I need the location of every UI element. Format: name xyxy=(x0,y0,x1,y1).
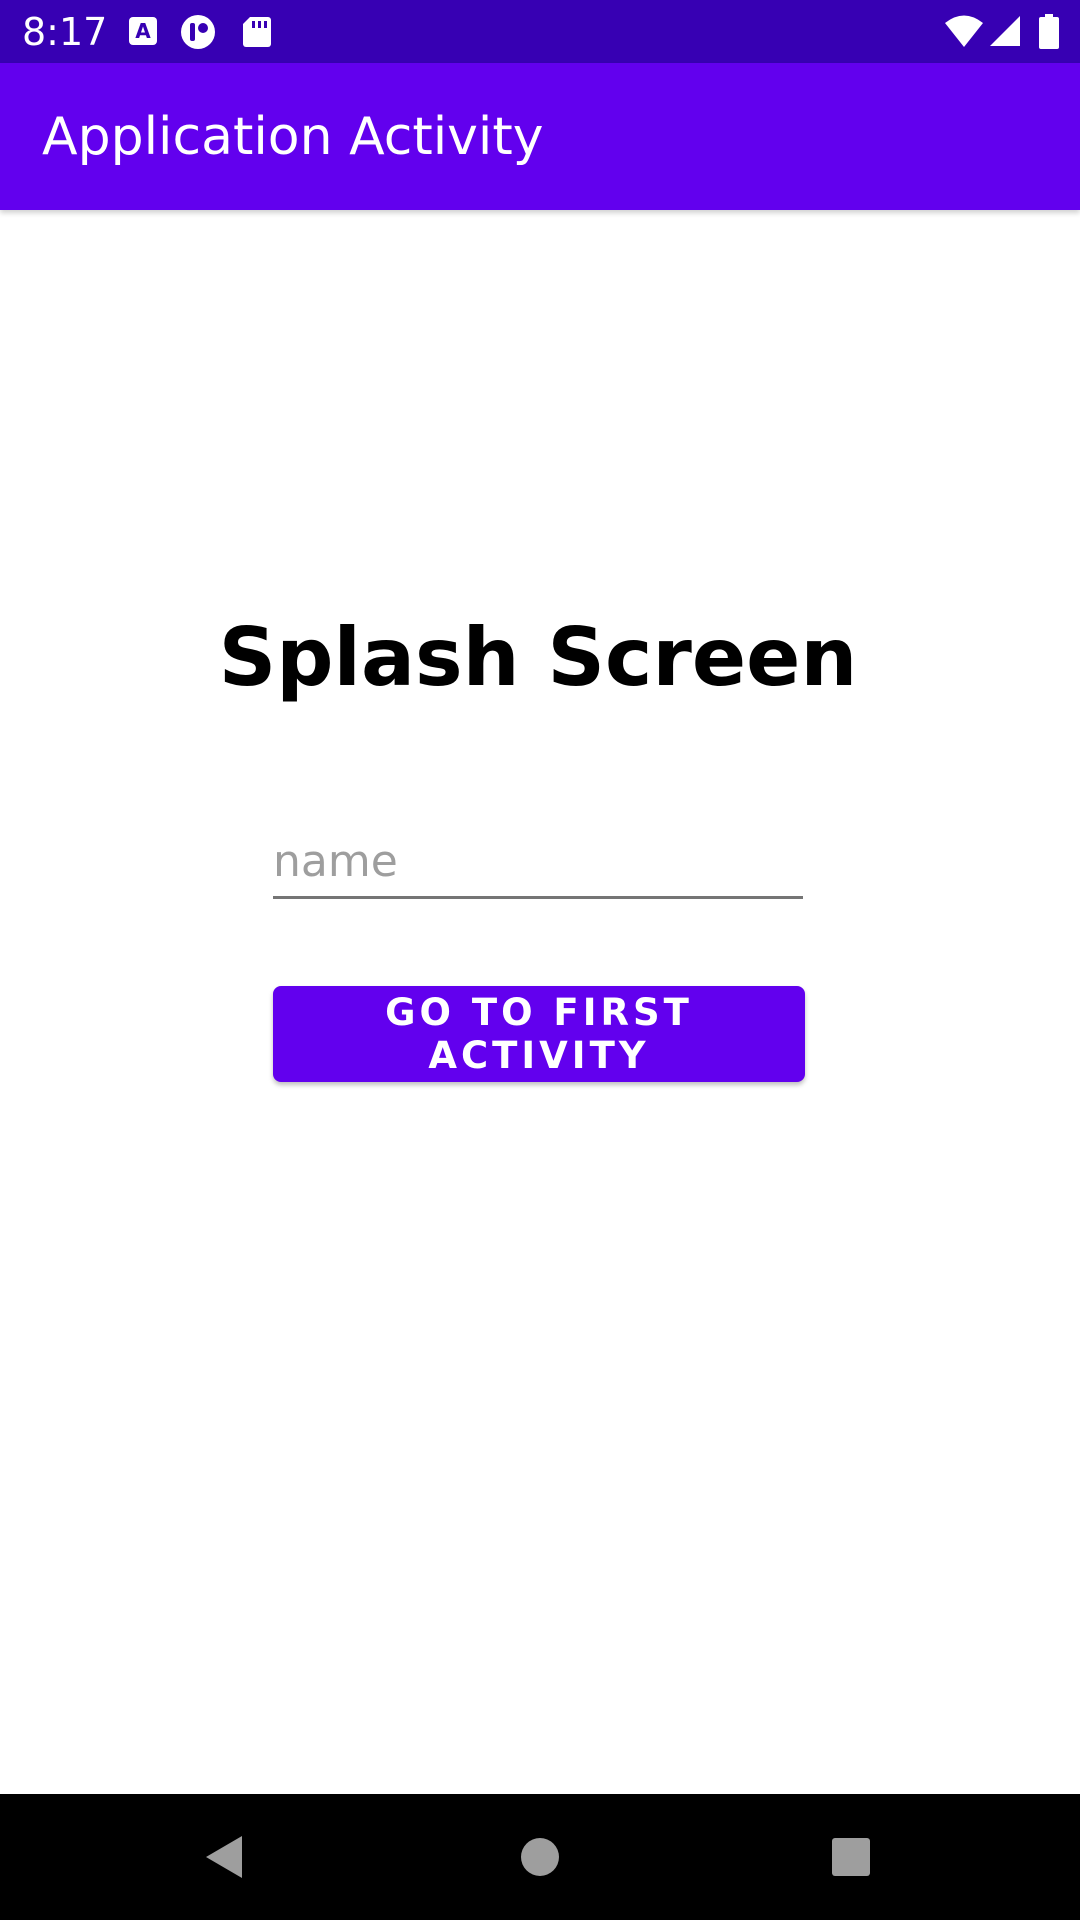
name-input[interactable] xyxy=(273,826,803,899)
back-icon[interactable] xyxy=(190,1824,260,1890)
notification-app-icon xyxy=(180,14,215,49)
sd-card-icon xyxy=(240,14,274,48)
status-bar: 8:17 A xyxy=(0,0,1080,63)
navigation-bar xyxy=(0,1794,1080,1920)
app-bar: Application Activity xyxy=(0,63,1080,210)
svg-text:A: A xyxy=(135,19,151,43)
status-time: 8:17 xyxy=(22,10,108,54)
recents-icon[interactable] xyxy=(816,1824,886,1890)
a-keyboard-icon: A xyxy=(126,14,160,48)
screen: 8:17 A Application Activity Splash Scree… xyxy=(0,0,1080,1920)
signal-icon xyxy=(988,14,1022,48)
app-title: Application Activity xyxy=(42,107,544,167)
battery-icon xyxy=(1038,14,1060,49)
page-title: Splash Screen xyxy=(218,611,858,704)
home-icon[interactable] xyxy=(505,1824,575,1890)
wifi-icon xyxy=(944,14,984,48)
go-to-first-activity-button[interactable]: GO TO FIRST ACTIVITY xyxy=(273,986,805,1082)
